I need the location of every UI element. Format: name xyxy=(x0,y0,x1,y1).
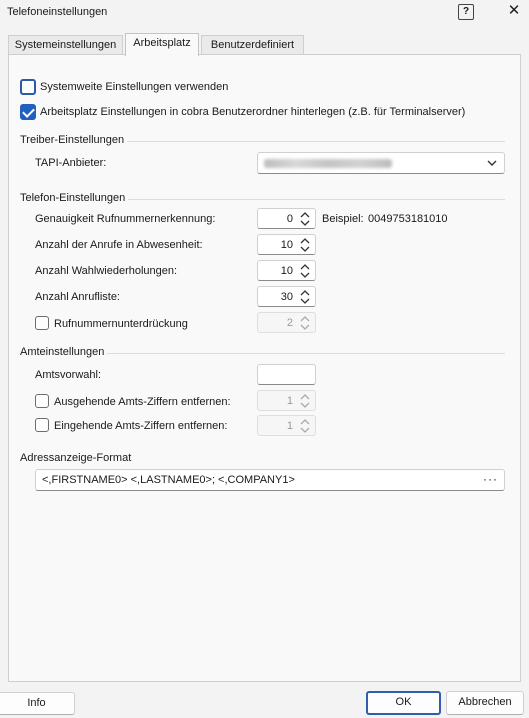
outgoing-digits-spinner[interactable]: 1 xyxy=(257,390,316,411)
cancel-button[interactable]: Abbrechen xyxy=(446,691,524,715)
exchange-divider xyxy=(107,353,505,354)
window-title: Telefoneinstellungen xyxy=(7,6,108,18)
exchange-heading: Amteinstellungen xyxy=(20,346,105,358)
help-icon[interactable]: ? xyxy=(458,4,474,20)
title-bar: Telefoneinstellungen ? ✕ xyxy=(0,0,529,26)
absence-calls-value: 10 xyxy=(280,239,293,251)
tapi-provider-select[interactable] xyxy=(257,152,505,174)
incoming-digits-checkbox[interactable] xyxy=(35,418,49,432)
call-list-spinner[interactable]: 30 xyxy=(257,286,316,307)
prefix-label: Amtsvorwahl: xyxy=(35,369,102,381)
absence-calls-label: Anzahl der Anrufe in Abwesenheit: xyxy=(35,239,203,251)
suppression-value: 2 xyxy=(286,317,293,329)
spinner-arrows-icon[interactable] xyxy=(299,263,311,279)
workplace-folder-label: Arbeitsplatz Einstellungen in cobra Benu… xyxy=(40,106,466,118)
workplace-folder-checkbox[interactable] xyxy=(20,104,36,120)
redial-label: Anzahl Wahlwiederholungen: xyxy=(35,265,178,277)
incoming-digits-label: Eingehende Amts-Ziffern entfernen: xyxy=(54,420,228,432)
tapi-provider-value-redacted xyxy=(264,159,392,168)
systemwide-label: Systemweite Einstellungen verwenden xyxy=(40,81,229,93)
incoming-digits-value: 1 xyxy=(286,420,293,432)
close-icon[interactable]: ✕ xyxy=(505,2,523,20)
driver-divider xyxy=(127,141,505,142)
spinner-arrows-icon[interactable] xyxy=(299,211,311,227)
suppression-label: Rufnummernunterdrückung xyxy=(54,318,188,330)
accuracy-spinner[interactable]: 0 xyxy=(257,208,316,229)
spinner-arrows-icon xyxy=(300,394,310,408)
suppression-spinner[interactable]: 2 xyxy=(257,312,316,333)
incoming-digits-spinner[interactable]: 1 xyxy=(257,415,316,436)
ok-button[interactable]: OK xyxy=(366,691,441,715)
more-icon[interactable]: ··· xyxy=(483,472,498,486)
example-value: 0049753181010 xyxy=(368,213,448,225)
spinner-arrows-icon[interactable] xyxy=(299,237,311,253)
phone-heading: Telefon-Einstellungen xyxy=(20,192,126,204)
redial-value: 10 xyxy=(280,265,293,277)
spinner-arrows-icon xyxy=(300,419,310,433)
tab-benutzerdefiniert[interactable]: Benutzerdefiniert xyxy=(201,35,304,55)
call-list-value: 30 xyxy=(280,291,293,303)
chevron-down-icon xyxy=(487,160,497,166)
accuracy-value: 0 xyxy=(286,213,293,225)
outgoing-digits-value: 1 xyxy=(286,395,293,407)
tab-systemeinstellungen[interactable]: Systemeinstellungen xyxy=(8,35,123,55)
address-format-value: <,FIRSTNAME0> <,LASTNAME0>; <,COMPANY1> xyxy=(42,474,295,486)
tab-arbeitsplatz[interactable]: Arbeitsplatz xyxy=(125,33,199,56)
spinner-arrows-icon[interactable] xyxy=(299,289,311,305)
accuracy-label: Genauigkeit Rufnummernerkennung: xyxy=(35,213,216,225)
info-button[interactable]: Info xyxy=(0,692,75,715)
redial-spinner[interactable]: 10 xyxy=(257,260,316,281)
address-format-input[interactable]: <,FIRSTNAME0> <,LASTNAME0>; <,COMPANY1> … xyxy=(35,469,505,491)
call-list-label: Anzahl Anrufliste: xyxy=(35,291,120,303)
tapi-label: TAPI-Anbieter: xyxy=(35,157,107,169)
outgoing-digits-label: Ausgehende Amts-Ziffern entfernen: xyxy=(54,396,231,408)
absence-calls-spinner[interactable]: 10 xyxy=(257,234,316,255)
systemwide-checkbox[interactable] xyxy=(20,79,36,95)
example-label: Beispiel: xyxy=(322,213,364,225)
outgoing-digits-checkbox[interactable] xyxy=(35,394,49,408)
spinner-arrows-icon xyxy=(300,316,310,330)
suppression-checkbox[interactable] xyxy=(35,316,49,330)
driver-heading: Treiber-Einstellungen xyxy=(20,134,125,146)
phone-divider xyxy=(128,199,505,200)
prefix-input[interactable] xyxy=(257,364,316,385)
address-heading: Adressanzeige-Format xyxy=(20,452,132,464)
